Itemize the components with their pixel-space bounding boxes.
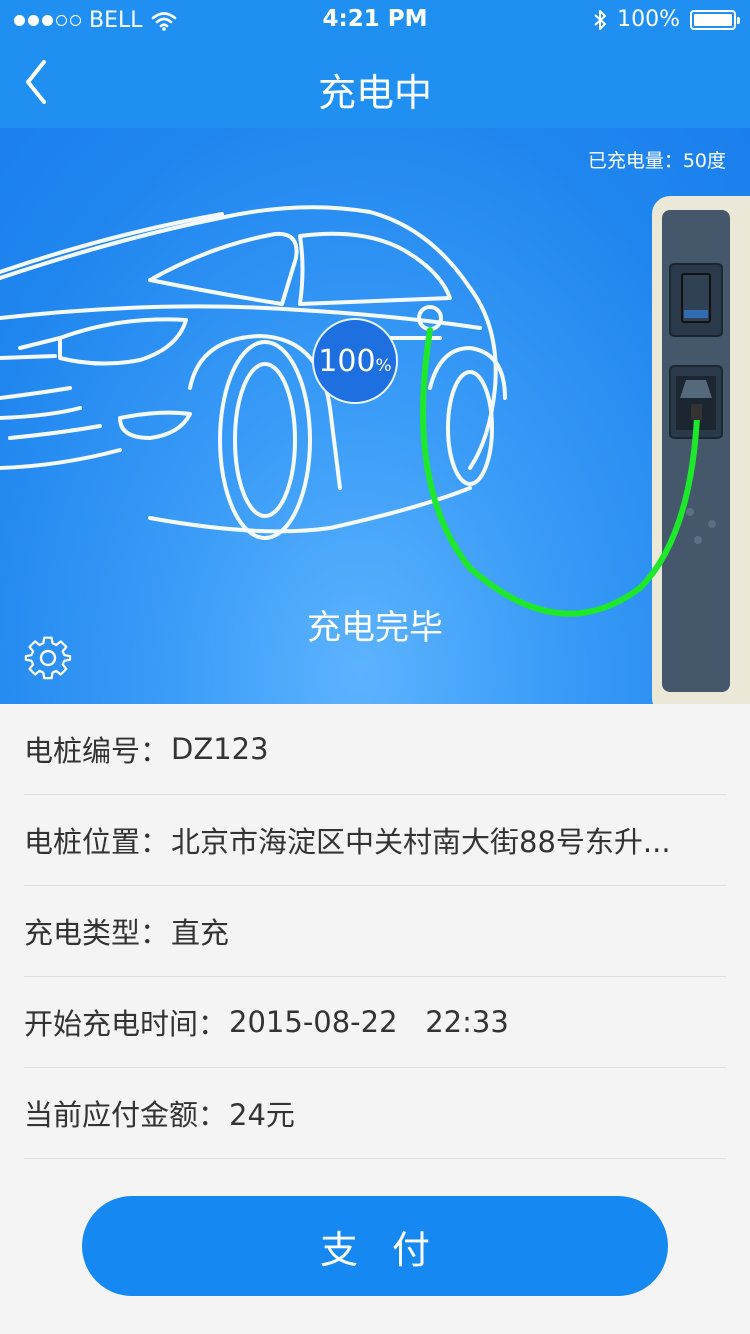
status-bar: BELL 4:21 PM 100% bbox=[0, 0, 750, 40]
info-row-start-time: 开始充电时间： 2015-08-22 22:33 bbox=[24, 977, 726, 1068]
info-label: 当前应付金额： bbox=[24, 1098, 228, 1132]
info-row-pile-location: 电桩位置： 北京市海淀区中关村南大街88号东升... bbox=[24, 795, 726, 886]
info-label: 电桩位置： bbox=[24, 825, 170, 859]
charging-hero: 已充电量：50度 100 % 充电完毕 bbox=[0, 128, 750, 704]
info-label: 充电类型： bbox=[24, 916, 170, 950]
status-right: 100% bbox=[593, 7, 740, 32]
car-illustration bbox=[0, 205, 507, 540]
info-row-pile-number: 电桩编号： DZ123 bbox=[24, 704, 726, 795]
page-title: 充电中 bbox=[317, 71, 432, 115]
settings-gear-icon[interactable] bbox=[24, 634, 72, 682]
back-chevron-icon[interactable] bbox=[18, 58, 58, 108]
info-value: DZ123 bbox=[171, 732, 269, 766]
info-label: 开始充电时间： bbox=[24, 1007, 228, 1041]
charging-status-label: 充电完毕 bbox=[307, 608, 443, 648]
charge-percent-value: 100 bbox=[318, 343, 376, 379]
info-row-charge-type: 充电类型： 直充 bbox=[24, 886, 726, 977]
info-value: 直充 bbox=[171, 916, 230, 950]
info-row-amount-due: 当前应付金额： 24元 bbox=[24, 1068, 726, 1159]
signal-strength-icon bbox=[14, 15, 81, 26]
pay-button[interactable]: 支付 bbox=[82, 1196, 668, 1296]
battery-percent: 100% bbox=[617, 7, 680, 32]
charge-percent-unit: % bbox=[375, 356, 392, 376]
info-value: 北京市海淀区中关村南大街88号东升... bbox=[171, 825, 671, 859]
battery-icon bbox=[690, 9, 740, 30]
charged-amount: 已充电量：50度 bbox=[587, 150, 726, 172]
info-value: 2015-08-22 22:33 bbox=[229, 1005, 509, 1039]
charging-info-list: 电桩编号： DZ123 电桩位置： 北京市海淀区中关村南大街88号东升... 充… bbox=[0, 704, 750, 1159]
wifi-icon bbox=[151, 11, 176, 31]
nav-bar: 充电中 bbox=[0, 40, 750, 128]
charge-percent-badge: 100% bbox=[312, 318, 398, 404]
carrier-name: BELL bbox=[89, 8, 143, 33]
info-value: 24元 bbox=[229, 1098, 295, 1132]
bluetooth-icon bbox=[594, 9, 607, 30]
info-label: 电桩编号： bbox=[24, 734, 170, 768]
status-left: BELL bbox=[14, 8, 177, 33]
